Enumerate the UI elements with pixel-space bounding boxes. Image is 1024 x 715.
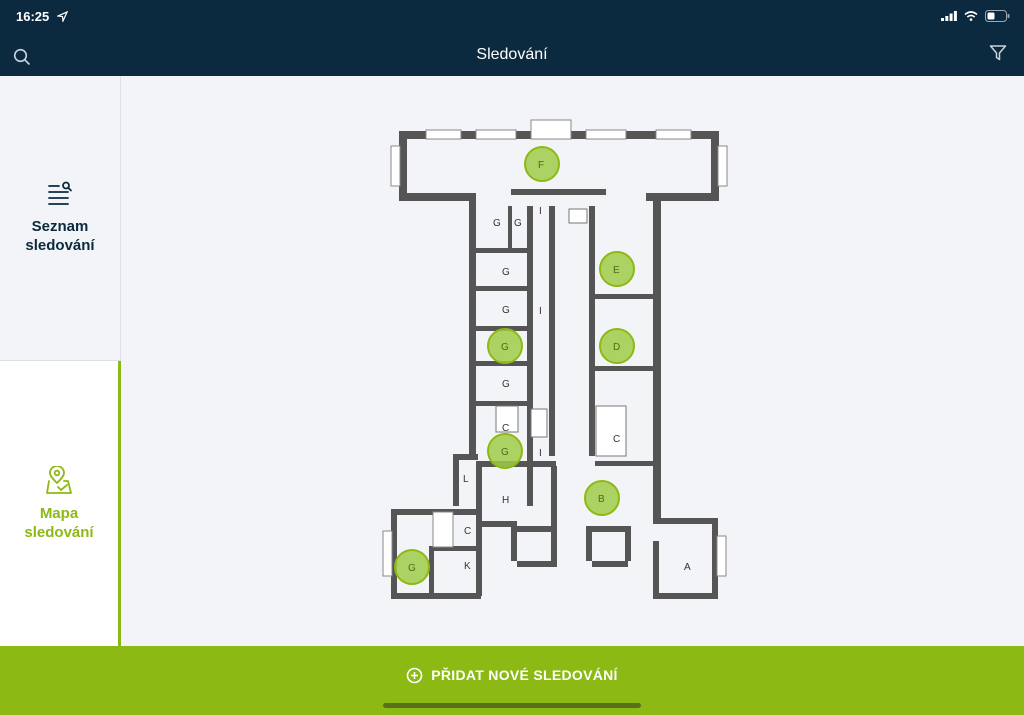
tab-tracking-map-label: Mapa sledování (24, 504, 94, 541)
room-label: I (539, 306, 542, 317)
room-label: I (539, 448, 542, 459)
room-label: L (463, 474, 469, 485)
tab-tracking-list[interactable]: Seznam sledování (0, 76, 121, 361)
tab-tracking-map[interactable]: Mapa sledování (0, 361, 121, 646)
plus-circle-icon (406, 667, 423, 683)
tracking-marker-g-1[interactable]: G (487, 328, 523, 364)
map-area[interactable]: G G G G G C I I I C H L C K A F E D G G … (121, 76, 1024, 646)
tracking-marker-b[interactable]: B (584, 480, 620, 516)
room-label: H (502, 495, 509, 506)
room-label: G (514, 218, 522, 229)
svg-text:G: G (501, 447, 509, 458)
room-label: A (684, 562, 691, 573)
room-label: G (502, 305, 510, 316)
tracking-marker-g-3[interactable]: G (394, 549, 430, 585)
svg-text:G: G (501, 342, 509, 353)
svg-text:G: G (408, 563, 416, 574)
room-label: C (464, 526, 471, 537)
status-icons (941, 10, 1010, 22)
svg-text:E: E (613, 265, 620, 276)
tracking-marker-e[interactable]: E (599, 251, 635, 287)
tab-tracking-list-label: Seznam sledování (25, 218, 95, 254)
filter-button[interactable] (989, 44, 1007, 62)
room-label: C (613, 434, 620, 445)
bottom-bar: PŘIDAT NOVÉ SLEDOVÁNÍ (0, 646, 1024, 715)
svg-text:B: B (598, 494, 605, 505)
add-tracking-button[interactable]: PŘIDAT NOVÉ SLEDOVÁNÍ (0, 663, 1024, 687)
room-label: I (539, 206, 542, 217)
page-title: Sledování (476, 46, 548, 63)
wifi-icon (964, 11, 978, 21)
room-label: G (502, 267, 510, 278)
tracking-marker-f[interactable]: F (524, 146, 560, 182)
tracking-marker-g-2[interactable]: G (487, 433, 523, 469)
room-label: G (502, 379, 510, 390)
list-search-icon (48, 181, 72, 205)
signal-icon (941, 11, 957, 21)
room-label: G (493, 218, 501, 229)
room-label: K (464, 561, 471, 572)
tracking-marker-d[interactable]: D (599, 328, 635, 364)
clock-text: 16:25 (16, 9, 50, 24)
floor-plan-walls (382, 119, 728, 599)
location-arrow-icon (55, 10, 69, 24)
map-pin-icon (46, 465, 72, 494)
filter-icon (989, 45, 1007, 61)
svg-text:D: D (613, 342, 620, 353)
room-label: C (502, 423, 509, 434)
add-tracking-label: PŘIDAT NOVÉ SLEDOVÁNÍ (431, 667, 618, 683)
svg-text:F: F (538, 160, 544, 171)
home-indicator[interactable] (383, 703, 641, 708)
top-bar: 16:25 Sledování (0, 0, 1024, 76)
floor-plan: G G G G G C I I I C H L C K A F E D G G … (382, 119, 728, 599)
sidebar: Seznam sledování Mapa sledování (0, 76, 121, 646)
battery-icon (985, 10, 1010, 22)
status-time: 16:25 (16, 9, 69, 24)
